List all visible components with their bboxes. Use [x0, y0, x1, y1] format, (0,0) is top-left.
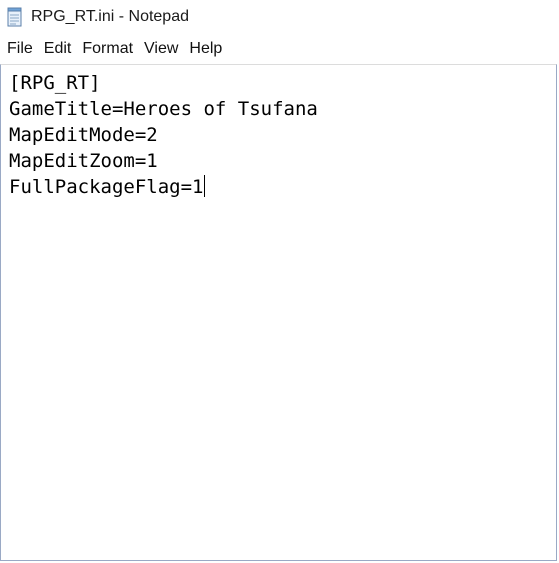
notepad-window: RPG_RT.ini - Notepad File Edit Format Vi… [0, 0, 559, 563]
editor-line: GameTitle=Heroes of Tsufana [9, 98, 318, 120]
menu-file[interactable]: File [2, 37, 38, 61]
text-caret [204, 175, 206, 197]
editor-line: MapEditZoom=1 [9, 150, 158, 172]
menu-help[interactable]: Help [184, 37, 227, 61]
title-bar[interactable]: RPG_RT.ini - Notepad [0, 0, 559, 34]
editor-line: [RPG_RT] [9, 72, 101, 94]
editor-line: MapEditMode=2 [9, 124, 158, 146]
window-title: RPG_RT.ini - Notepad [31, 8, 189, 25]
menu-format[interactable]: Format [77, 37, 138, 61]
menu-bar: File Edit Format View Help [0, 34, 559, 64]
notepad-icon [6, 7, 24, 27]
editor-content[interactable]: [RPG_RT] GameTitle=Heroes of Tsufana MapEd… [1, 65, 556, 200]
editor-line-text: FullPackageFlag=1 [9, 176, 204, 198]
text-editor-area[interactable]: [RPG_RT] GameTitle=Heroes of Tsufana MapEd… [0, 64, 557, 561]
menu-view[interactable]: View [139, 37, 183, 61]
menu-edit[interactable]: Edit [39, 37, 77, 61]
editor-line-last: FullPackageFlag=1 [9, 174, 556, 200]
